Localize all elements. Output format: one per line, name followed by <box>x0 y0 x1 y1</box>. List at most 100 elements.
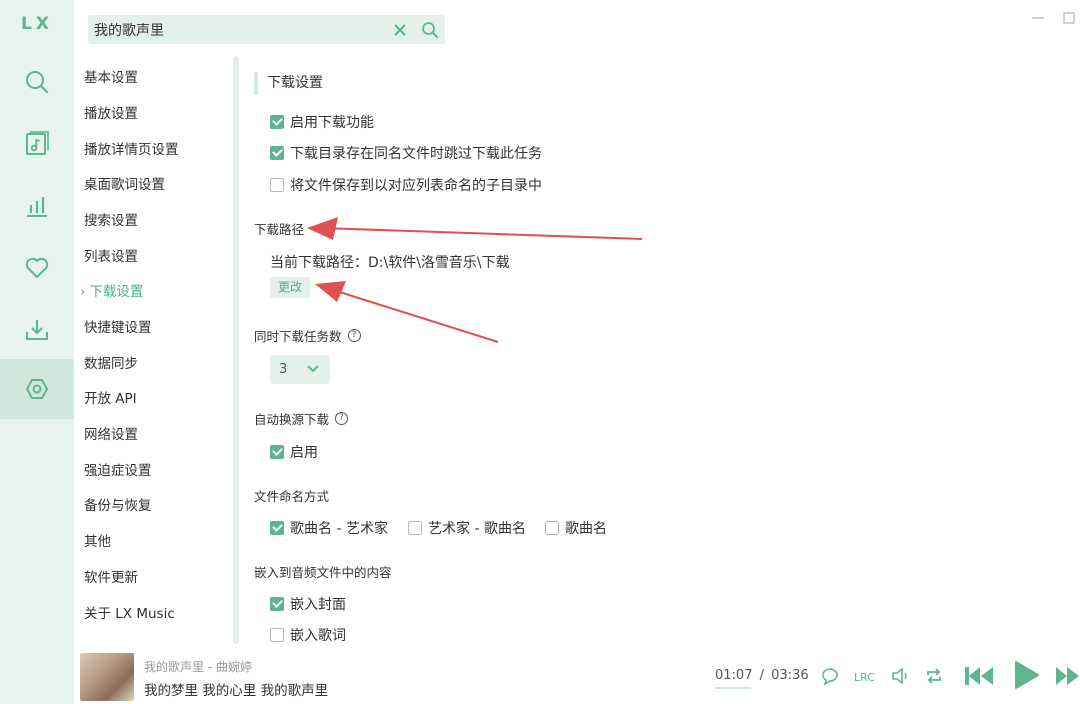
checkbox-empty-icon <box>408 521 422 535</box>
nav-item-about[interactable]: 关于 LX Music <box>84 602 175 622</box>
svg-text:LRC: LRC <box>854 671 875 684</box>
nav-item-play-detail[interactable]: 播放详情页设置 <box>84 138 179 158</box>
content-scrollbar[interactable] <box>233 56 239 644</box>
download-path-title: 下载路径 <box>254 219 304 238</box>
checkbox-empty-icon <box>270 178 284 192</box>
left-rail: LX <box>0 0 74 704</box>
embed-title-text: 嵌入到音频文件中的内容 <box>254 565 392 580</box>
change-path-button[interactable]: 更改 <box>270 277 310 298</box>
naming-option-artist-song[interactable]: 艺术家 - 歌曲名 <box>408 518 526 538</box>
search-input[interactable] <box>88 15 385 44</box>
concurrent-title: 同时下载任务数 ? <box>254 326 361 345</box>
volume-button[interactable] <box>889 665 911 687</box>
current-lyric: 我的梦里 我的心里 我的歌声里 <box>144 683 329 699</box>
concurrent-select[interactable]: 3 <box>270 355 330 384</box>
rail-download-button[interactable] <box>0 300 74 360</box>
app-window: LX 基本设置 <box>0 0 1080 704</box>
nav-item-network[interactable]: 网络设置 <box>84 423 138 443</box>
naming-option-song-artist[interactable]: 歌曲名 - 艺术家 <box>270 518 388 538</box>
rail-settings-button[interactable] <box>0 359 74 419</box>
checkbox-checked-icon <box>270 146 284 160</box>
section-title: 下载设置 <box>254 72 323 94</box>
auto-switch-checkbox[interactable]: 启用 <box>270 442 318 462</box>
current-time: 01:07 <box>715 668 753 683</box>
track-title[interactable]: 我的歌声里 - 曲婉婷 <box>144 658 252 675</box>
rail-songlist-button[interactable] <box>0 114 74 174</box>
rail-search-button[interactable] <box>0 52 74 112</box>
naming-title: 文件命名方式 <box>254 486 329 505</box>
progress-bar[interactable] <box>715 687 751 689</box>
skip-existing-checkbox[interactable]: 下载目录存在同名文件时跳过下载此任务 <box>270 143 542 163</box>
search-bar <box>88 15 445 44</box>
checkbox-empty-icon <box>270 628 284 642</box>
list-subdir-label: 将文件保存到以对应列表命名的子目录中 <box>290 178 542 194</box>
search-icon <box>422 21 438 38</box>
current-path-text: 当前下载路径：D:\软件\洛雪音乐\下载 <box>270 255 510 271</box>
help-icon[interactable]: ? <box>335 412 349 425</box>
checkbox-checked-icon <box>270 597 284 611</box>
enable-download-checkbox[interactable]: 启用下载功能 <box>270 112 374 132</box>
embed-title: 嵌入到音频文件中的内容 <box>254 562 392 581</box>
naming-option-label: 艺术家 - 歌曲名 <box>428 521 526 537</box>
download-settings-panel: 下载设置 启用下载功能 下载目录存在同名文件时跳过下载此任务 将文件保存到以对应… <box>240 56 1080 646</box>
nav-item-hotkey[interactable]: 快捷键设置 <box>84 316 152 336</box>
concurrent-title-text: 同时下载任务数 <box>254 329 342 344</box>
next-icon <box>1056 667 1079 685</box>
nav-item-list[interactable]: 列表设置 <box>84 245 138 265</box>
nav-item-update[interactable]: 软件更新 <box>84 566 138 586</box>
list-subdir-checkbox[interactable]: 将文件保存到以对应列表命名的子目录中 <box>270 175 542 195</box>
nav-item-ocd[interactable]: 强迫症设置 <box>84 459 152 479</box>
minimize-button[interactable] <box>1031 10 1045 24</box>
naming-option-label: 歌曲名 - 艺术家 <box>290 521 388 537</box>
embed-lyrics-label: 嵌入歌词 <box>290 628 346 644</box>
enable-download-label: 启用下载功能 <box>290 115 374 131</box>
auto-switch-title: 自动换源下载 ? <box>254 409 349 428</box>
comment-icon <box>822 668 838 686</box>
comment-button[interactable] <box>819 665 841 687</box>
previous-button[interactable] <box>962 662 996 690</box>
embed-cover-checkbox[interactable]: 嵌入封面 <box>270 594 346 614</box>
checkbox-empty-icon <box>545 521 559 535</box>
nav-item-sync[interactable]: 数据同步 <box>84 352 138 372</box>
bar-chart-icon <box>27 197 47 217</box>
desktop-lyric-button[interactable]: LRC <box>852 665 878 687</box>
nav-item-download[interactable]: › 下载设置 <box>80 280 143 300</box>
active-marker-icon: › <box>80 284 86 300</box>
play-button[interactable] <box>1010 658 1042 692</box>
heart-icon <box>25 257 49 278</box>
clear-search-button[interactable] <box>385 15 415 44</box>
naming-option-song[interactable]: 歌曲名 <box>545 518 607 538</box>
rail-favorites-button[interactable] <box>0 238 74 298</box>
search-icon <box>26 71 49 94</box>
play-icon <box>1015 661 1039 689</box>
nav-item-other[interactable]: 其他 <box>84 530 111 550</box>
nav-item-desktop-lyric[interactable]: 桌面歌词设置 <box>84 173 165 193</box>
help-icon[interactable]: ? <box>347 329 361 342</box>
lrc-icon: LRC <box>854 671 875 684</box>
nav-item-basic[interactable]: 基本设置 <box>84 66 138 86</box>
checkbox-checked-icon <box>270 521 284 535</box>
close-icon <box>394 23 406 36</box>
embed-lyrics-checkbox[interactable]: 嵌入歌词 <box>270 625 346 645</box>
repeat-icon <box>927 668 941 684</box>
previous-icon <box>965 667 993 685</box>
nav-item-play[interactable]: 播放设置 <box>84 102 138 122</box>
nav-item-backup[interactable]: 备份与恢复 <box>84 494 152 514</box>
repeat-button[interactable] <box>923 665 945 687</box>
maximize-button[interactable] <box>1062 10 1076 24</box>
next-button[interactable] <box>1054 662 1080 690</box>
auto-switch-title-text: 自动换源下载 <box>254 412 330 427</box>
settings-nav: 基本设置 播放设置 播放详情页设置 桌面歌词设置 搜索设置 列表设置 › 下载设置… <box>74 56 234 646</box>
nav-item-search[interactable]: 搜索设置 <box>84 209 138 229</box>
player-bar: 我的歌声里 - 曲婉婷 我的梦里 我的心里 我的歌声里 01:07 / 03:3… <box>74 646 1080 704</box>
time-separator: / <box>759 668 764 683</box>
auto-switch-label: 启用 <box>290 445 318 461</box>
nav-item-open-api[interactable]: 开放 API <box>84 387 137 407</box>
music-list-icon <box>26 131 49 155</box>
search-submit-button[interactable] <box>415 15 445 44</box>
album-cover[interactable] <box>80 653 134 701</box>
download-icon <box>26 320 48 340</box>
rail-leaderboard-button[interactable] <box>0 176 74 236</box>
settings-icon <box>26 379 48 399</box>
total-time: 03:36 <box>771 668 809 683</box>
